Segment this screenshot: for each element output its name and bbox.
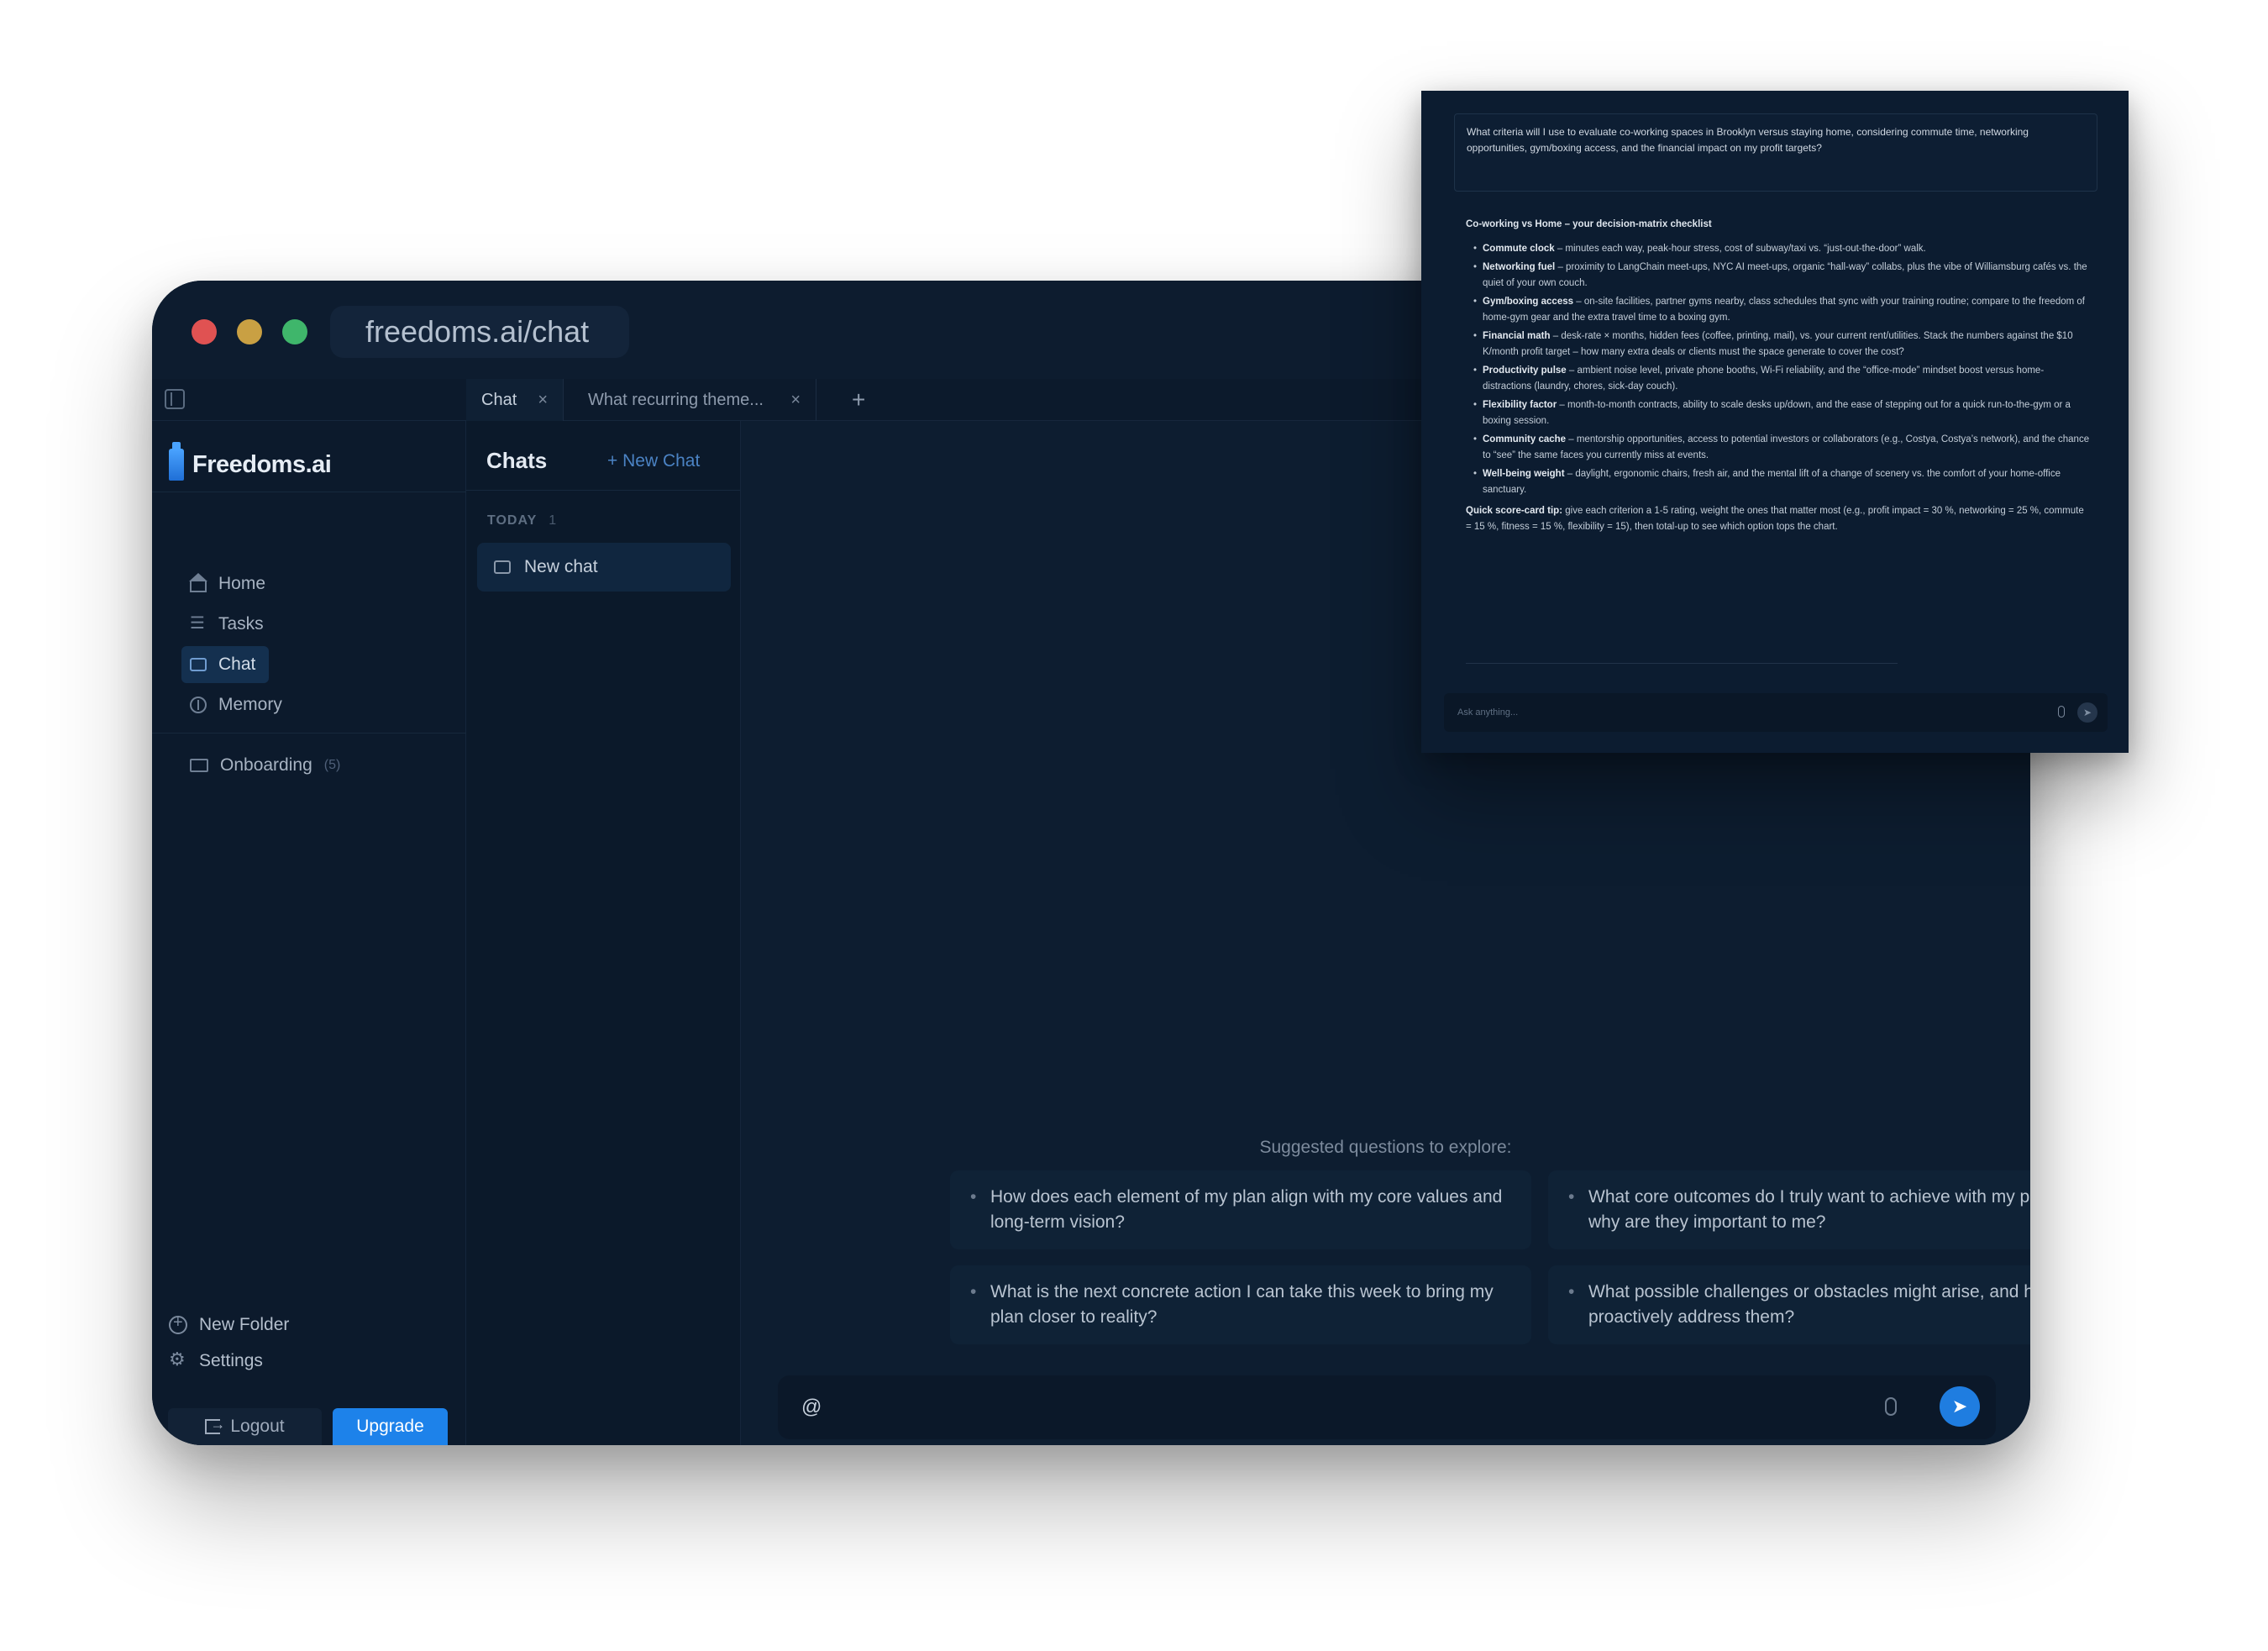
tab-recurring-theme[interactable]: What recurring theme... × [573,379,816,421]
home-icon [189,572,207,592]
new-folder-button[interactable]: New Folder [169,1313,290,1335]
maximize-window-button[interactable] [282,319,307,344]
tab-close-icon[interactable]: × [790,379,801,421]
assistant-answer: Co-working vs Home – your decision-matri… [1466,217,2092,535]
sidebar-item-memory[interactable]: Memory [181,686,307,723]
answer-bullet: Productivity pulse – ambient noise level… [1466,363,2092,395]
folder-label: Onboarding [220,755,312,775]
sidebar-item-label: Tasks [218,614,264,634]
chats-panel: Chats + New Chat TODAY 1 New chat [466,421,741,1445]
brand-mark-icon [169,442,184,481]
new-chat-button[interactable]: + New Chat [607,451,700,471]
send-button[interactable]: ➤ [1940,1386,1980,1427]
divider [1466,663,1898,664]
settings-label: Settings [199,1351,263,1370]
sidebar-item-home[interactable]: Home [181,565,269,602]
close-window-button[interactable] [192,319,217,344]
bullet-term: Gym/boxing access [1483,297,1574,307]
preview-composer: ➤ [1444,693,2108,732]
answer-bullet: Well-being weight – daylight, ergonomic … [1466,466,2092,498]
bullet-text: – on-site facilities, partner gyms nearb… [1483,297,2085,323]
memory-icon [190,697,207,713]
bullet-term: Networking fuel [1483,262,1556,272]
upgrade-button[interactable]: Upgrade [333,1408,448,1445]
bullet-term: Community cache [1483,434,1567,444]
answer-title: Co-working vs Home – your decision-matri… [1466,219,1712,229]
tab-label: Chat [481,391,517,409]
answer-bullet: Flexibility factor – month-to-month cont… [1466,397,2092,429]
chat-item-label: New chat [524,557,598,576]
bullet-term: Financial math [1483,331,1551,341]
tip-term: Quick score-card tip: [1466,506,1563,516]
folder-onboarding[interactable]: Onboarding (5) [190,755,340,776]
answer-bullet: Financial math – desk-rate × months, hid… [1466,329,2092,360]
bullet-text: – minutes each way, peak-hour stress, co… [1554,244,1926,254]
sidebar-item-chat[interactable]: Chat [181,646,269,683]
ask-anything-input[interactable] [1457,702,2029,723]
folder-icon [190,759,208,772]
answer-bullet: Community cache – mentorship opportuniti… [1466,432,2092,464]
preview-window: What criteria will I use to evaluate co-… [1421,91,2129,753]
sidebar-item-label: Home [218,574,266,593]
message-composer: ➤ [778,1375,1996,1439]
bullet-term: Productivity pulse [1483,365,1567,376]
tab-close-icon[interactable]: × [538,379,548,421]
score-card-tip: Quick score-card tip: give each criterio… [1466,503,2092,535]
chat-list-item[interactable]: New chat [477,543,731,592]
bullet-term: Well-being weight [1483,469,1565,479]
settings-button[interactable]: Settings [169,1349,263,1371]
section-count: 1 [549,513,558,528]
sidebar-item-label: Chat [218,655,256,674]
bullet-text: – daylight, ergonomic chairs, fresh air,… [1483,469,2061,495]
bullet-text: – proximity to LangChain meet-ups, NYC A… [1483,262,2087,288]
add-tab-button[interactable]: + [852,379,865,421]
answer-list: Commute clock – minutes each way, peak-h… [1466,241,2092,498]
brand-logo[interactable]: Freedoms.ai [169,442,332,483]
chat-icon [190,658,207,671]
sidebar-toggle-icon[interactable] [165,389,185,409]
tasks-icon [190,613,207,634]
logout-button[interactable]: Logout [168,1408,322,1445]
sidebar: Freedoms.ai Home Tasks Chat Memory [152,421,466,1445]
sidebar-item-tasks[interactable]: Tasks [181,606,269,643]
section-label: TODAY [487,513,538,528]
suggestions-title: Suggested questions to explore: [1259,1138,1512,1157]
answer-bullet: Commute clock – minutes each way, peak-h… [1466,241,2092,257]
bullet-text: – ambient noise level, private phone boo… [1483,365,2045,392]
folder-count: (5) [323,758,341,772]
suggestion-card[interactable]: What is the next concrete action I can t… [950,1265,1531,1344]
tab-label: What recurring theme... [588,391,764,409]
chat-bubble-icon [494,560,511,574]
stage: freedoms.ai/chat Chat × What recurring t… [0,0,2268,1651]
suggestion-card[interactable]: What possible challenges or obstacles mi… [1548,1265,2030,1344]
answer-bullet: Gym/boxing access – on-site facilities, … [1466,294,2092,326]
send-button[interactable]: ➤ [2077,702,2097,723]
minimize-window-button[interactable] [237,319,262,344]
microphone-icon[interactable] [2058,706,2065,718]
plus-circle-icon [169,1313,187,1334]
user-question: What criteria will I use to evaluate co-… [1454,113,2097,192]
bullet-text: – desk-rate × months, hidden fees (coffe… [1483,331,2073,357]
message-input[interactable] [801,1391,1851,1424]
gear-icon [169,1349,187,1370]
bullet-text: – month-to-month contracts, ability to s… [1483,400,2071,426]
chats-title: Chats [486,448,548,473]
logout-label: Logout [230,1417,285,1436]
suggestion-card[interactable]: How does each element of my plan align w… [950,1170,1531,1249]
logout-icon [205,1416,225,1434]
bullet-text: – mentorship opportunities, access to po… [1483,434,2090,460]
section-today: TODAY 1 [487,513,557,528]
new-folder-label: New Folder [199,1315,290,1334]
url-bar[interactable]: freedoms.ai/chat [330,306,629,358]
suggestion-card[interactable]: What core outcomes do I truly want to ac… [1548,1170,2030,1249]
sidebar-item-label: Memory [218,695,282,714]
microphone-icon[interactable] [1885,1397,1897,1416]
brand-name: Freedoms.ai [192,450,332,478]
tab-chat[interactable]: Chat × [466,379,564,421]
chats-header: Chats + New Chat [466,421,740,491]
answer-bullet: Networking fuel – proximity to LangChain… [1466,260,2092,292]
bullet-term: Commute clock [1483,244,1555,254]
bullet-term: Flexibility factor [1483,400,1557,410]
